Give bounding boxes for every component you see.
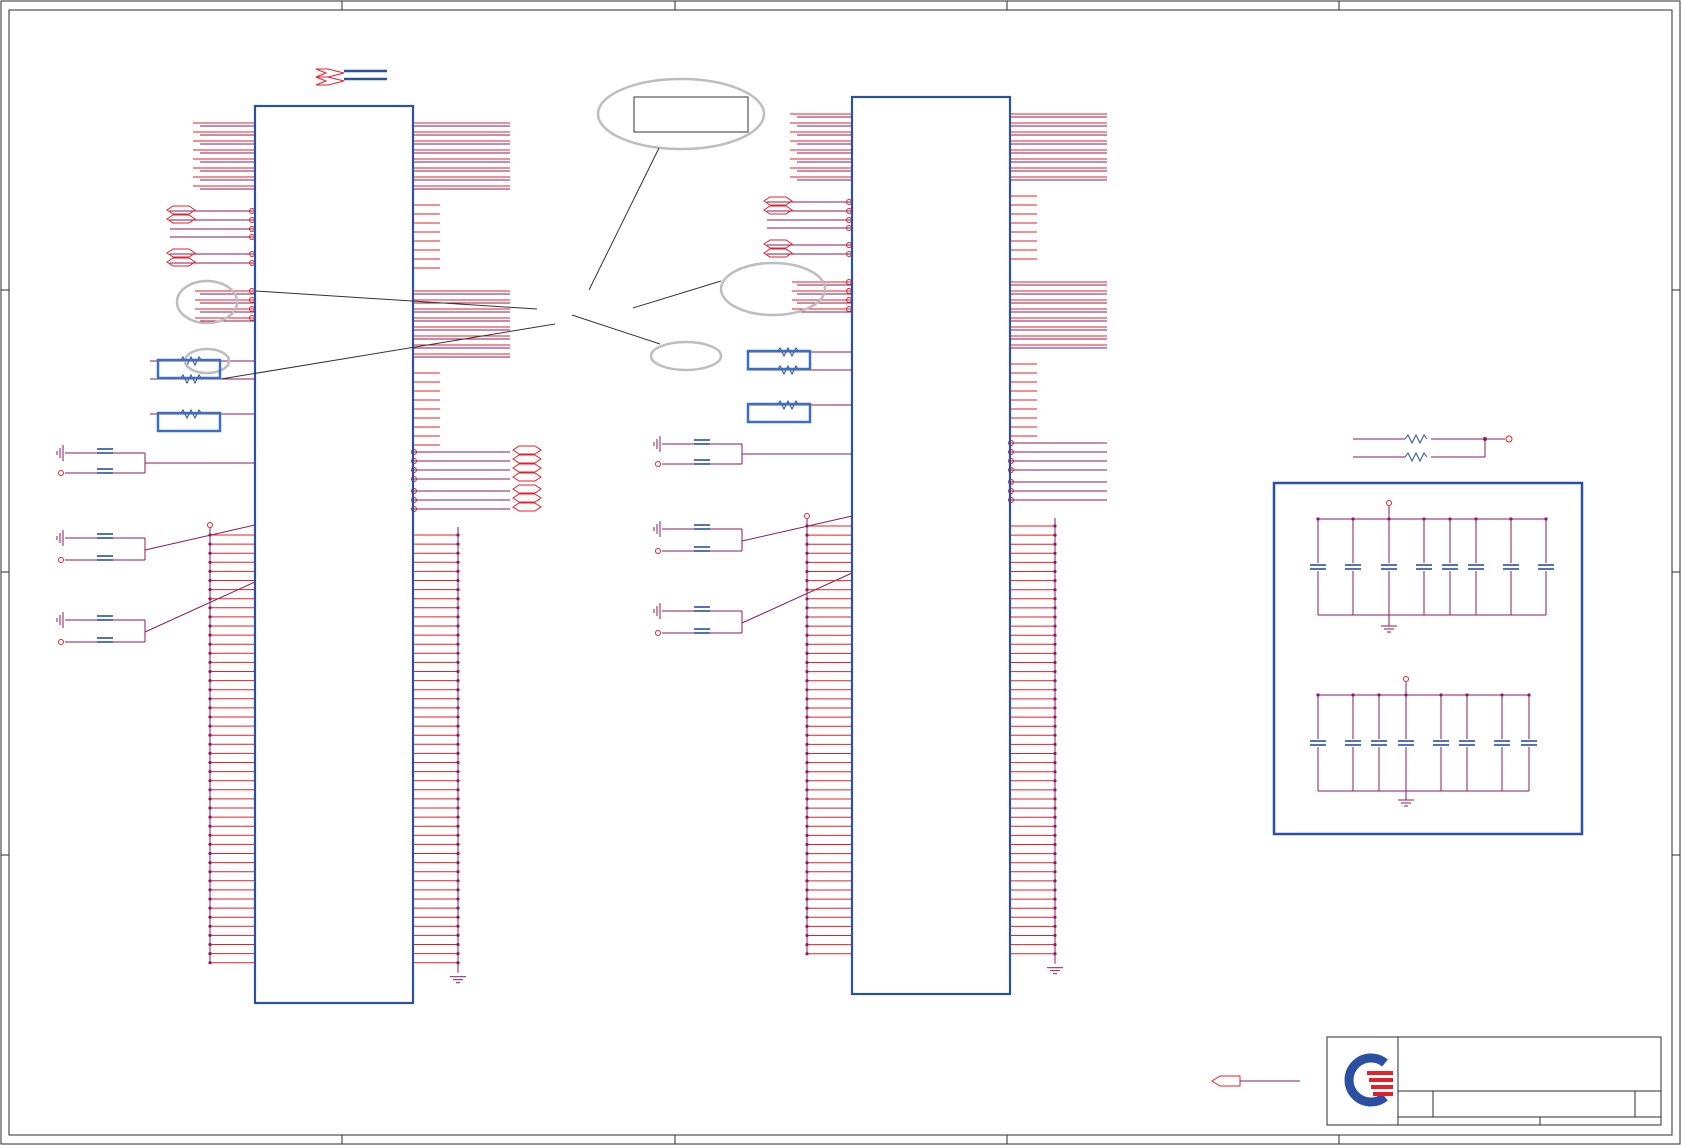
capacitor-icon (694, 439, 710, 445)
output-port (512, 454, 542, 464)
wire (741, 515, 853, 542)
input-port (763, 196, 793, 206)
cap-junction (1316, 693, 1320, 697)
bus-connector (315, 68, 387, 86)
off-page-connector (1211, 1075, 1300, 1087)
capacitor-icon (1442, 564, 1458, 570)
cap-junction (1527, 693, 1531, 697)
ground-icon (653, 436, 661, 452)
capacitor-icon (1538, 564, 1554, 570)
capacitor-icon (1345, 740, 1361, 746)
input-port (166, 205, 196, 215)
capacitor-icon (97, 468, 113, 474)
capacitor-icon (694, 524, 710, 530)
capacitor-icon (1416, 564, 1432, 570)
input-port (166, 248, 196, 258)
ground-icon (1381, 625, 1397, 633)
input-port (166, 257, 196, 267)
capacitor-icon (97, 637, 113, 643)
capacitor-icon (1521, 740, 1537, 746)
pin-bubble (655, 461, 661, 467)
cap-junction (1474, 517, 1478, 521)
capacitor-icon (1310, 564, 1326, 570)
capacitor-icon (1371, 740, 1387, 746)
cap-junction (1422, 517, 1426, 521)
ground-icon (56, 612, 64, 628)
power-rail-terminal (804, 513, 810, 519)
supply-terminal (1386, 500, 1392, 506)
ground-icon (653, 521, 661, 537)
capacitor-icon (1494, 740, 1510, 746)
capacitor-icon (1398, 740, 1414, 746)
input-port (763, 205, 793, 215)
capacitor-icon (1433, 740, 1449, 746)
sheet-frame (0, 0, 1681, 1145)
capacitor-icon (1381, 564, 1397, 570)
output-port (512, 484, 542, 494)
ground-icon (56, 445, 64, 461)
capacitor-icon (694, 628, 710, 634)
capacitor-icon (694, 606, 710, 612)
ground-icon (1398, 799, 1414, 807)
capacitor-icon (1310, 740, 1326, 746)
left-chip-wiring (56, 122, 542, 984)
capacitor-icon (97, 555, 113, 561)
pin-bubble (655, 548, 661, 554)
annotation-callouts (175, 77, 827, 380)
ground-icon (450, 976, 466, 984)
input-port (763, 239, 793, 249)
series-resistor-net (1353, 433, 1513, 463)
ground-icon (653, 603, 661, 619)
cap-junction (1500, 693, 1504, 697)
capacitor-icon (97, 448, 113, 454)
capacitor-icon (694, 459, 710, 465)
capacitor-icon (1503, 564, 1519, 570)
cap-junction (1509, 517, 1513, 521)
cap-junction (1448, 517, 1452, 521)
decoupling-capacitor-block (1272, 481, 1584, 836)
output-port (512, 502, 542, 512)
wire (144, 524, 256, 551)
pin-bubble (655, 630, 661, 636)
cap-junction (1351, 517, 1355, 521)
right-chip-wiring (653, 113, 1107, 975)
output-port (512, 445, 542, 455)
pin-bubble (58, 639, 64, 645)
input-port (166, 214, 196, 224)
capacitor-icon (694, 546, 710, 552)
cap-junction (1544, 517, 1548, 521)
cap-junction (1439, 693, 1443, 697)
zone-ticks (1, 1, 1680, 1144)
capacitor-icon (97, 533, 113, 539)
capacitor-icon (1345, 564, 1361, 570)
cap-junction (1377, 693, 1381, 697)
output-port (512, 493, 542, 503)
input-port (763, 248, 793, 258)
right-ic-body (850, 95, 1012, 996)
capacitor-icon (97, 615, 113, 621)
cap-junction (1351, 693, 1355, 697)
capacitor-icon (1459, 740, 1475, 746)
supply-terminal (1403, 676, 1409, 682)
cap-junction (1316, 517, 1320, 521)
cap-junction (1465, 693, 1469, 697)
ground-icon (1047, 967, 1063, 975)
left-ic-body (253, 104, 415, 1005)
output-port (512, 463, 542, 473)
schematic-canvas (0, 0, 1681, 1145)
ground-icon (56, 530, 64, 546)
company-logo-icon (1344, 1053, 1393, 1107)
schematic-sheet (0, 0, 1681, 1145)
capacitor-icon (1468, 564, 1484, 570)
pin-bubble (58, 557, 64, 563)
power-rail-terminal (207, 522, 213, 528)
output-port (512, 472, 542, 482)
pin-bubble (58, 470, 64, 476)
